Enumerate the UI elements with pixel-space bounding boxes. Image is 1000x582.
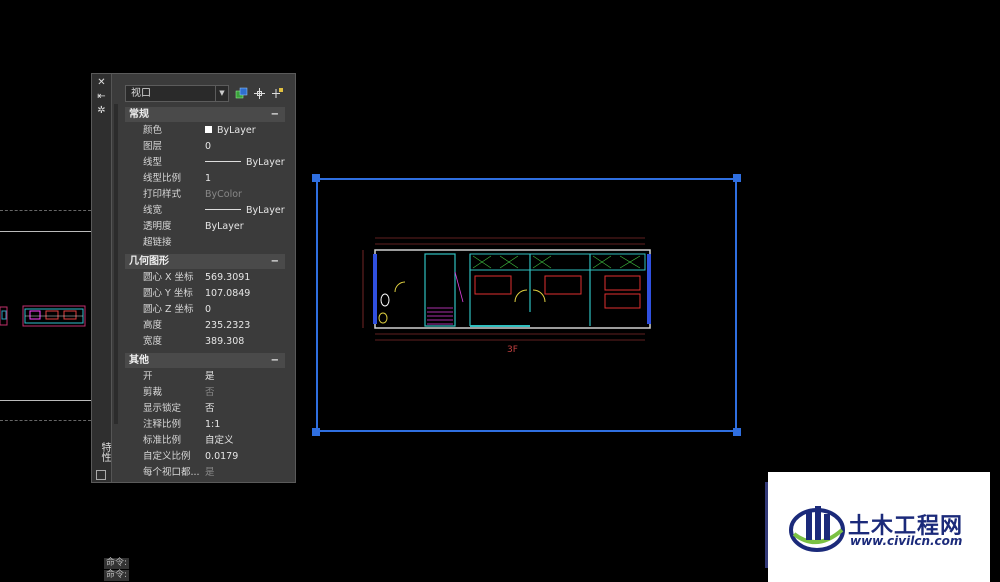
prop-row-center-x[interactable]: 圆心 X 坐标 569.3091 [125,270,285,286]
prop-row-ucs-per-viewport[interactable]: 每个视口都... 是 [125,465,285,481]
prop-row-standard-scale[interactable]: 标准比例 自定义 [125,433,285,449]
lineweight-preview-icon [205,209,241,210]
collapse-icon[interactable]: − [271,254,279,269]
prop-row-color[interactable]: 颜色 ByLayer [125,123,285,139]
command-history-line: 命令: [104,558,130,569]
site-logo: 土木工程网 www.civilcn.com [765,472,990,582]
viewport-grip-top-left[interactable] [312,174,320,182]
floor-plan-drawing [362,237,651,341]
palette-title-strip[interactable]: ✕ ⇤ ✲ 特性 [92,74,112,482]
linetype-preview-icon [205,161,241,162]
close-icon[interactable]: ✕ [95,77,108,89]
select-objects-icon[interactable] [253,87,266,100]
collapse-icon[interactable]: − [271,353,279,368]
prop-row-linetype[interactable]: 线型 ByLayer [125,155,285,171]
chevron-down-icon[interactable]: ▼ [215,86,228,101]
color-swatch-icon [205,126,212,133]
drawing-line [0,420,91,421]
prop-row-display-locked[interactable]: 显示锁定 否 [125,401,285,417]
viewport-grip-top-right[interactable] [733,174,741,182]
scrollbar[interactable] [114,104,118,424]
properties-palette: ✕ ⇤ ✲ 特性 视口 ▼ 常规 − 颜色 ByLayer 图层 0 线型 By… [91,73,296,483]
prop-row-width[interactable]: 宽度 389.308 [125,334,285,350]
logo-emblem-icon [789,506,845,552]
palette-menu-icon[interactable] [96,470,106,480]
viewport-grip-bottom-left[interactable] [312,428,320,436]
prop-row-plot-style[interactable]: 打印样式 ByColor [125,187,285,203]
logo-url: www.civilcn.com [850,534,963,548]
prop-row-transparency[interactable]: 透明度 ByLayer [125,219,285,235]
prop-row-height[interactable]: 高度 235.2323 [125,318,285,334]
floorplan-thumbnail [22,305,86,327]
collapse-icon[interactable]: − [271,107,279,122]
object-type-value: 视口 [131,88,151,99]
prop-row-hyperlink[interactable]: 超链接 [125,235,285,251]
prop-row-clipped[interactable]: 剪裁 否 [125,385,285,401]
object-type-select[interactable]: 视口 ▼ [125,85,229,102]
gear-icon[interactable]: ✲ [95,105,108,117]
quick-select-icon[interactable] [271,87,284,100]
prop-row-center-y[interactable]: 圆心 Y 坐标 107.0849 [125,286,285,302]
prop-row-on[interactable]: 开 是 [125,369,285,385]
section-header-general[interactable]: 常规 − [125,107,285,122]
drawing-line [0,231,91,232]
drawing-line [0,400,91,401]
section-header-misc[interactable]: 其他 − [125,353,285,368]
palette-title: 特性 [99,442,110,462]
viewport-grip-bottom-right[interactable] [733,428,741,436]
section-header-geometry[interactable]: 几何图形 − [125,254,285,269]
floor-label: 3F [507,345,518,355]
prop-row-linetype-scale[interactable]: 线型比例 1 [125,171,285,187]
prop-row-annotation-scale[interactable]: 注释比例 1:1 [125,417,285,433]
prop-row-center-z[interactable]: 圆心 Z 坐标 0 [125,302,285,318]
toggle-pickadd-icon[interactable] [235,87,248,100]
logo-divider [765,482,768,568]
prop-row-lineweight[interactable]: 线宽 ByLayer [125,203,285,219]
prop-row-custom-scale[interactable]: 自定义比例 0.0179 [125,449,285,465]
prop-row-layer[interactable]: 图层 0 [125,139,285,155]
floorplan-thumbnail [0,306,8,326]
command-history-line: 命令: [104,570,130,581]
autohide-icon[interactable]: ⇤ [95,91,108,103]
drawing-line [0,210,91,211]
